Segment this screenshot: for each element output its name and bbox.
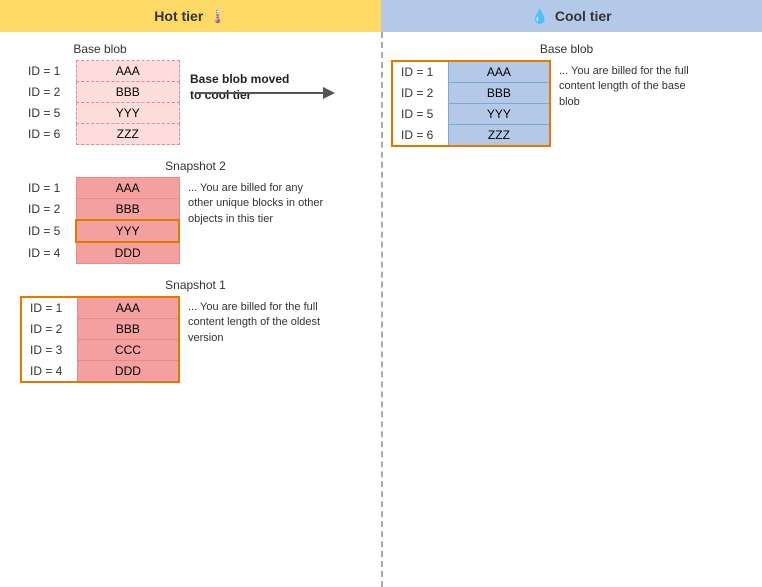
row-value: BBB: [77, 319, 179, 340]
row-id: ID = 2: [21, 319, 77, 340]
table-row: ID = 2 BBB: [20, 82, 180, 103]
row-value: YYY: [448, 104, 550, 125]
row-id: ID = 4: [21, 361, 77, 383]
row-value: ZZZ: [448, 125, 550, 147]
cool-icon: 💧: [531, 8, 548, 25]
table-row: ID = 5 YYY: [20, 103, 180, 124]
table-row: ID = 6 ZZZ: [392, 125, 550, 147]
row-id: ID = 2: [20, 199, 76, 221]
row-value: YYY: [76, 103, 179, 124]
row-id: ID = 1: [20, 61, 76, 82]
row-value-highlighted: YYY: [76, 220, 179, 242]
cool-tier-label: Cool tier: [555, 8, 612, 24]
row-id: ID = 1: [392, 61, 448, 83]
row-id: ID = 5: [20, 103, 76, 124]
cool-side: Base blob ID = 1 AAA ID = 2 BBB ID = 5 Y…: [381, 32, 762, 587]
snapshot2-table: ID = 1 AAA ID = 2 BBB ID = 5 YYY ID = 4 …: [20, 177, 180, 264]
snapshot2-section: Snapshot 2 ID = 1 AAA ID = 2 BBB ID = 5 …: [20, 159, 371, 264]
snapshot1-title: Snapshot 1: [20, 278, 371, 292]
row-id: ID = 6: [20, 124, 76, 145]
table-row: ID = 3 CCC: [21, 340, 179, 361]
row-id: ID = 6: [392, 125, 448, 147]
base-blob-hot-title: Base blob: [20, 42, 180, 56]
row-value: AAA: [77, 297, 179, 319]
snapshot2-annotation: ... You are billed for any other unique …: [188, 181, 328, 227]
cool-tier-header: 💧 Cool tier: [381, 0, 762, 32]
table-row: ID = 5 YYY: [392, 104, 550, 125]
hot-side: Base blob ID = 1 AAA ID = 2 BBB ID = 5 Y: [0, 32, 381, 587]
table-row: ID = 2 BBB: [20, 199, 179, 221]
table-row: ID = 6 ZZZ: [20, 124, 180, 145]
row-value: BBB: [448, 83, 550, 104]
row-id: ID = 2: [20, 82, 76, 103]
row-value: ZZZ: [76, 124, 179, 145]
arrow-head: [323, 87, 335, 99]
table-row: ID = 2 BBB: [21, 319, 179, 340]
move-label: Base blob moved to cool tier: [190, 72, 290, 103]
base-blob-hot-table: ID = 1 AAA ID = 2 BBB ID = 5 YYY ID =: [20, 60, 180, 145]
row-value: CCC: [77, 340, 179, 361]
cool-base-blob-section: Base blob ID = 1 AAA ID = 2 BBB ID = 5 Y…: [391, 42, 742, 147]
row-id: ID = 1: [20, 178, 76, 199]
table-row: ID = 1 AAA: [20, 178, 179, 199]
row-id: ID = 3: [21, 340, 77, 361]
table-row: ID = 5 YYY: [20, 220, 179, 242]
row-value: AAA: [448, 61, 550, 83]
row-id: ID = 5: [392, 104, 448, 125]
snapshot1-annotation: ... You are billed for the full content …: [188, 300, 328, 346]
row-id: ID = 4: [20, 242, 76, 264]
header: Hot tier 🌡️ 💧 Cool tier: [0, 0, 762, 32]
row-value: AAA: [76, 61, 179, 82]
move-arrow: [195, 92, 325, 94]
table-row: ID = 4 DDD: [21, 361, 179, 383]
row-value: BBB: [76, 199, 179, 221]
table-row: ID = 1 AAA: [20, 61, 180, 82]
row-value: BBB: [76, 82, 179, 103]
table-row: ID = 1 AAA: [21, 297, 179, 319]
table-row: ID = 2 BBB: [392, 83, 550, 104]
hot-tier-header: Hot tier 🌡️: [0, 0, 381, 32]
snapshot1-table: ID = 1 AAA ID = 2 BBB ID = 3 CCC ID = 4 …: [20, 296, 180, 383]
row-id: ID = 1: [21, 297, 77, 319]
hot-icon: 🌡️: [209, 8, 226, 25]
arrow-shaft: [195, 92, 325, 94]
hot-tier-label: Hot tier: [154, 8, 203, 24]
snapshot2-title: Snapshot 2: [20, 159, 371, 173]
table-row: ID = 1 AAA: [392, 61, 550, 83]
row-value: DDD: [76, 242, 179, 264]
row-value: DDD: [77, 361, 179, 383]
cool-base-blob-table: ID = 1 AAA ID = 2 BBB ID = 5 YYY ID = 6 …: [391, 60, 551, 147]
row-id: ID = 5: [20, 220, 76, 242]
row-value: AAA: [76, 178, 179, 199]
main-content: Base blob ID = 1 AAA ID = 2 BBB ID = 5 Y: [0, 32, 762, 587]
table-row: ID = 4 DDD: [20, 242, 179, 264]
cool-base-blob-title: Base blob: [391, 42, 742, 56]
row-id: ID = 2: [392, 83, 448, 104]
cool-blob-annotation: ... You are billed for the full content …: [559, 64, 699, 110]
snapshot1-section: Snapshot 1 ID = 1 AAA ID = 2 BBB ID = 3 …: [20, 278, 371, 383]
